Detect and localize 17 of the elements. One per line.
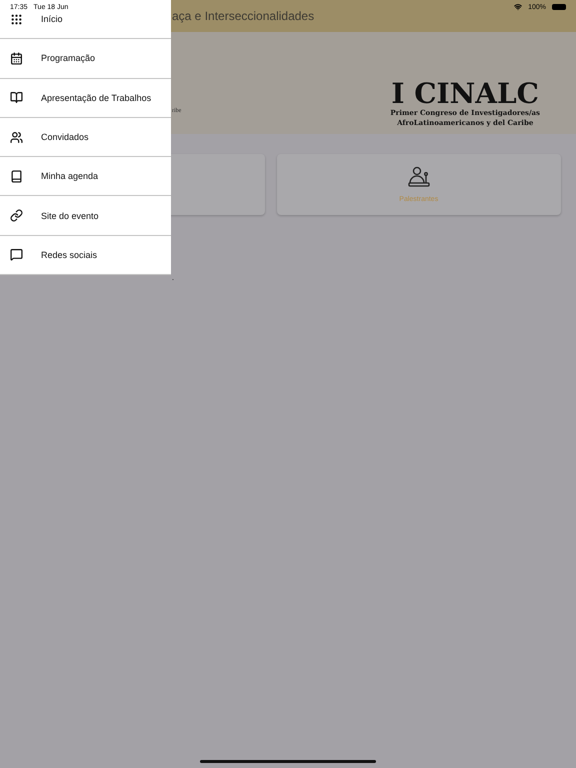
drawer-item[interactable]: Apresentação de Trabalhos <box>0 78 171 118</box>
app-title: aça e Interseccionalidades <box>172 9 314 23</box>
chat-icon <box>10 248 23 262</box>
calendar-icon <box>10 52 23 65</box>
drawer-item[interactable]: Redes sociais <box>0 236 171 276</box>
drawer-item[interactable]: Programação <box>0 39 171 79</box>
people-icon <box>10 130 23 144</box>
logo-title: I CINALC <box>391 80 539 108</box>
battery-icon <box>552 4 566 10</box>
grid-icon <box>10 12 23 26</box>
drawer-item[interactable]: Convidados <box>0 118 171 158</box>
book-icon <box>10 91 23 104</box>
link-icon <box>10 209 23 222</box>
wifi-icon <box>514 3 522 11</box>
drawer-item[interactable]: Site do evento <box>0 196 171 236</box>
agenda-icon <box>10 170 23 183</box>
drawer-item[interactable]: Minha agenda <box>0 157 171 196</box>
